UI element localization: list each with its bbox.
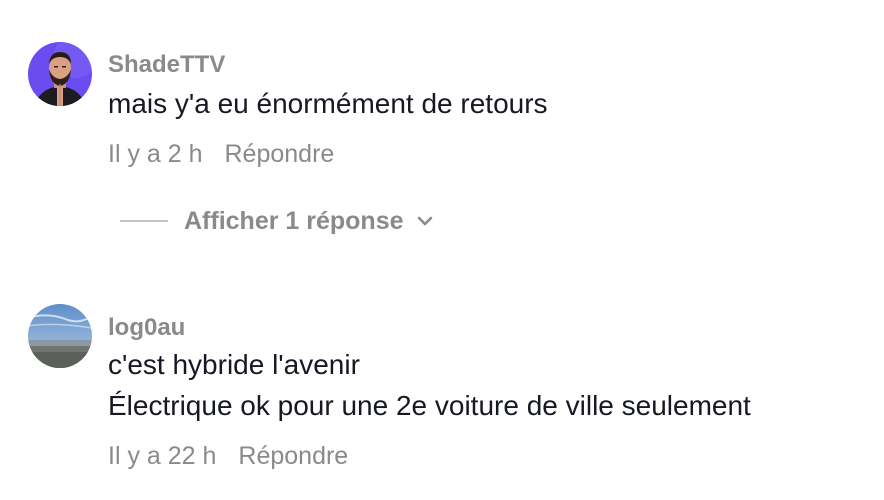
comment-item: ShadeTTV mais y'a eu énormément de retou…	[0, 0, 884, 200]
chevron-down-icon	[416, 212, 434, 230]
divider-line	[120, 220, 168, 222]
comment-username[interactable]: log0au	[108, 314, 185, 342]
bearded-man-avatar-image	[28, 42, 92, 106]
comment-text-line-1: c'est hybride l'avenir	[108, 349, 360, 380]
reply-button[interactable]: Répondre	[225, 140, 335, 169]
view-replies-label: Afficher 1 réponse	[184, 206, 404, 235]
view-replies-button[interactable]: Afficher 1 réponse	[120, 203, 434, 239]
seaside-landscape-avatar-image	[28, 304, 92, 368]
comment-text: mais y'a eu énormément de retours	[108, 88, 548, 119]
comment-username[interactable]: ShadeTTV	[108, 51, 225, 79]
avatar[interactable]	[28, 304, 92, 368]
comment-timestamp: Il y a 22 h	[108, 442, 217, 470]
comment-meta: Il y a 2 h Répondre	[108, 140, 334, 169]
comment-timestamp: Il y a 2 h	[108, 140, 203, 168]
reply-button[interactable]: Répondre	[238, 442, 348, 471]
avatar[interactable]	[28, 42, 92, 106]
comment-meta: Il y a 22 h Répondre	[108, 442, 348, 471]
comment-text-line-2: Électrique ok pour une 2e voiture de vil…	[108, 390, 751, 421]
